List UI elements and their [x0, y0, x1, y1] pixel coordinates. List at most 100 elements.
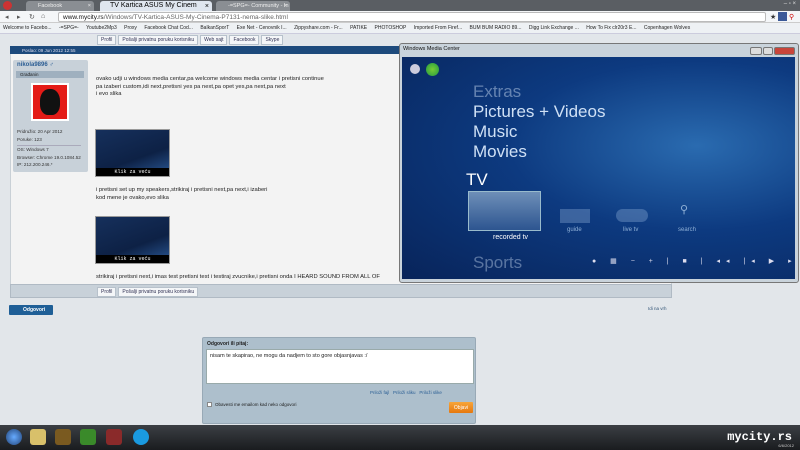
attach-file-link[interactable]: Priloži fajl: [370, 390, 389, 395]
attach-image-link[interactable]: Priloži sliku: [393, 390, 416, 395]
search-icon: ⚲: [680, 204, 689, 216]
tab-label: TV Kartica ASUS My Cinem: [110, 2, 197, 9]
home-icon[interactable]: ⌂: [41, 13, 45, 20]
post-footer: Profil Pošalji privatnu poruku korisniku: [10, 284, 672, 298]
tab-facebook[interactable]: Facebook ×: [26, 1, 94, 11]
prev-post-buttons: Profil Pošalji privatnu poruku korisniku W…: [97, 35, 285, 45]
reload-icon[interactable]: ↻: [29, 13, 35, 21]
joined-date: Pridružio: 20 Apr 2012: [17, 129, 63, 134]
recorded-tv-label: recorded tv: [493, 234, 529, 241]
menu-tv[interactable]: TV: [466, 170, 488, 190]
bookmark[interactable]: Copenhagen Wolves: [644, 25, 690, 31]
tab-tv-kartica[interactable]: TV Kartica ASUS My Cinem ×: [100, 1, 212, 11]
live-tv-item[interactable]: live tv: [623, 227, 638, 233]
skype-icon[interactable]: [133, 429, 149, 445]
playback-controls[interactable]: ● ▦ − + | ■ | ◂◂ |◂ ▶ ▸| ▸▸ | ◀) − +: [592, 257, 795, 265]
forward-icon[interactable]: ▸: [17, 13, 21, 21]
tab-strip: Facebook × TV Kartica ASUS My Cinem × -=SP…: [0, 0, 800, 11]
app-icon[interactable]: [55, 429, 71, 445]
windows-start-icon[interactable]: [426, 63, 439, 76]
notify-checkbox[interactable]: [207, 402, 212, 407]
bookmark[interactable]: Youtube2Mp3: [86, 25, 117, 31]
bookmark[interactable]: BalkanSporT: [200, 25, 229, 31]
reply-button[interactable]: Odgovori: [9, 305, 53, 315]
start-button[interactable]: [6, 429, 22, 445]
tab-label: Facebook: [38, 3, 63, 9]
attach-images-link[interactable]: Priloži slike: [419, 390, 442, 395]
reply-label: Odgovori ili pitaj:: [207, 341, 249, 347]
pm-button[interactable]: Pošalji privatnu poruku korisniku: [118, 287, 199, 297]
star-icon[interactable]: ★: [770, 13, 776, 21]
skype-button[interactable]: Skype: [261, 35, 284, 45]
back-icon[interactable]: [410, 64, 420, 74]
screenshot-thumbnail[interactable]: Klik za veću: [95, 129, 170, 177]
tab-spg[interactable]: -=SPG=- Community - In ×: [216, 1, 290, 11]
bookmark-folder[interactable]: Imported From Firef...: [414, 25, 462, 31]
search-item[interactable]: search: [678, 227, 696, 233]
watermark-brand: mycity.rs: [727, 430, 792, 444]
message-line: kod mene je ovako,evo slika: [96, 194, 169, 201]
thumbnail-caption: Klik za veću: [96, 255, 169, 263]
notify-label: Obavesti me emailom kad neko odgovori: [215, 402, 297, 407]
guide-item[interactable]: guide: [567, 227, 582, 233]
explorer-icon[interactable]: [30, 429, 46, 445]
facebook-button[interactable]: Facebook: [229, 35, 260, 45]
menu-music[interactable]: Music: [473, 122, 517, 142]
message-line: i pretisni set up my speakers,strikiraj …: [96, 187, 268, 193]
back-icon[interactable]: ◂: [5, 13, 9, 21]
message-paragraph-2: i pretisni set up my speakers,strikiraj …: [96, 187, 267, 202]
minimize-button[interactable]: [750, 47, 762, 55]
clock-date: 6/6/2012: [778, 443, 794, 448]
menu-extras[interactable]: Extras: [473, 82, 521, 102]
close-icon[interactable]: ×: [284, 3, 287, 9]
close-icon[interactable]: ×: [88, 3, 91, 9]
facebook-extension-icon[interactable]: [778, 12, 787, 21]
menu-pictures-videos[interactable]: Pictures + Videos: [473, 102, 605, 122]
username-link[interactable]: nikola9896 ♂: [17, 62, 54, 68]
address-bar-row: ◂ ▸ ↻ ⌂ www.mycity.rs/Windows/TV-Kartica…: [0, 11, 800, 23]
message-paragraph-1: ovako udji u windows media centar,pa wel…: [96, 76, 324, 99]
back-to-top-link[interactable]: Idi na vrh: [648, 306, 667, 311]
bookmark-folder[interactable]: PHOTOSHOP: [375, 25, 407, 31]
post-count: Poruke: 123: [17, 136, 42, 142]
user-browser: Browser: Chrome 19.0.1084.52: [17, 154, 81, 160]
bookmark[interactable]: Proxy: [124, 25, 137, 31]
website-button[interactable]: Web sajt: [200, 35, 228, 45]
bookmark[interactable]: Welcome to Facebo...: [3, 25, 52, 31]
bookmark[interactable]: Facebook Chat Cod...: [144, 25, 193, 31]
bookmark[interactable]: Digg Link Exchange ...: [529, 25, 579, 31]
bookmark[interactable]: How To Fix clr20r3 E...: [586, 25, 636, 31]
user-rank: Građanin: [16, 71, 84, 78]
bookmark[interactable]: Zippyshare.com - Fr...: [294, 25, 343, 31]
recorded-tv-tile[interactable]: [468, 191, 541, 231]
submit-button[interactable]: Objavi: [449, 402, 473, 413]
bookmark[interactable]: -=SPG=-: [59, 25, 79, 31]
guide-icon: [560, 209, 590, 223]
bookmark-folder[interactable]: PATIKE: [350, 25, 367, 31]
media-center-icon[interactable]: [80, 429, 96, 445]
media-center-screen: Extras Pictures + Videos Music Movies TV…: [402, 57, 795, 279]
bookmark[interactable]: Exe Net - Cenovnik I...: [237, 25, 287, 31]
search-extension-icon[interactable]: ⚲: [789, 13, 794, 21]
profile-button[interactable]: Profil: [97, 287, 117, 297]
message-paragraph-3: strikiraj i pretisni next,i imas test pr…: [96, 274, 380, 280]
menu-sports[interactable]: Sports: [473, 253, 522, 273]
url-domain: www.mycity.rs: [63, 14, 104, 21]
maximize-button[interactable]: [763, 47, 773, 55]
window-title: Windows Media Center: [403, 46, 460, 52]
app-icon[interactable]: [106, 429, 122, 445]
menu-movies[interactable]: Movies: [473, 142, 527, 162]
close-icon[interactable]: ×: [205, 3, 209, 11]
thumbnail-caption: Klik za veću: [96, 168, 169, 176]
pm-button[interactable]: Pošalji privatnu poruku korisniku: [118, 35, 199, 45]
profile-button[interactable]: Profil: [97, 35, 117, 45]
notify-option: Obavesti me emailom kad neko odgovori: [207, 402, 297, 407]
reply-textarea[interactable]: nisam te skapirao, ne mogu da nadjem to …: [206, 349, 474, 384]
window-controls[interactable]: – ▫ ×: [784, 1, 796, 7]
screenshot-thumbnail[interactable]: Klik za veću: [95, 216, 170, 264]
bookmark[interactable]: BUM BUM RADIO 89...: [470, 25, 522, 31]
user-os: OS: Windows 7: [17, 145, 81, 154]
close-button[interactable]: [774, 47, 795, 55]
message-line: pa izaberi custom,idi next,pretisni yes …: [96, 83, 286, 90]
url-input[interactable]: www.mycity.rs/Windows/TV-Kartica-ASUS-My…: [58, 12, 766, 22]
